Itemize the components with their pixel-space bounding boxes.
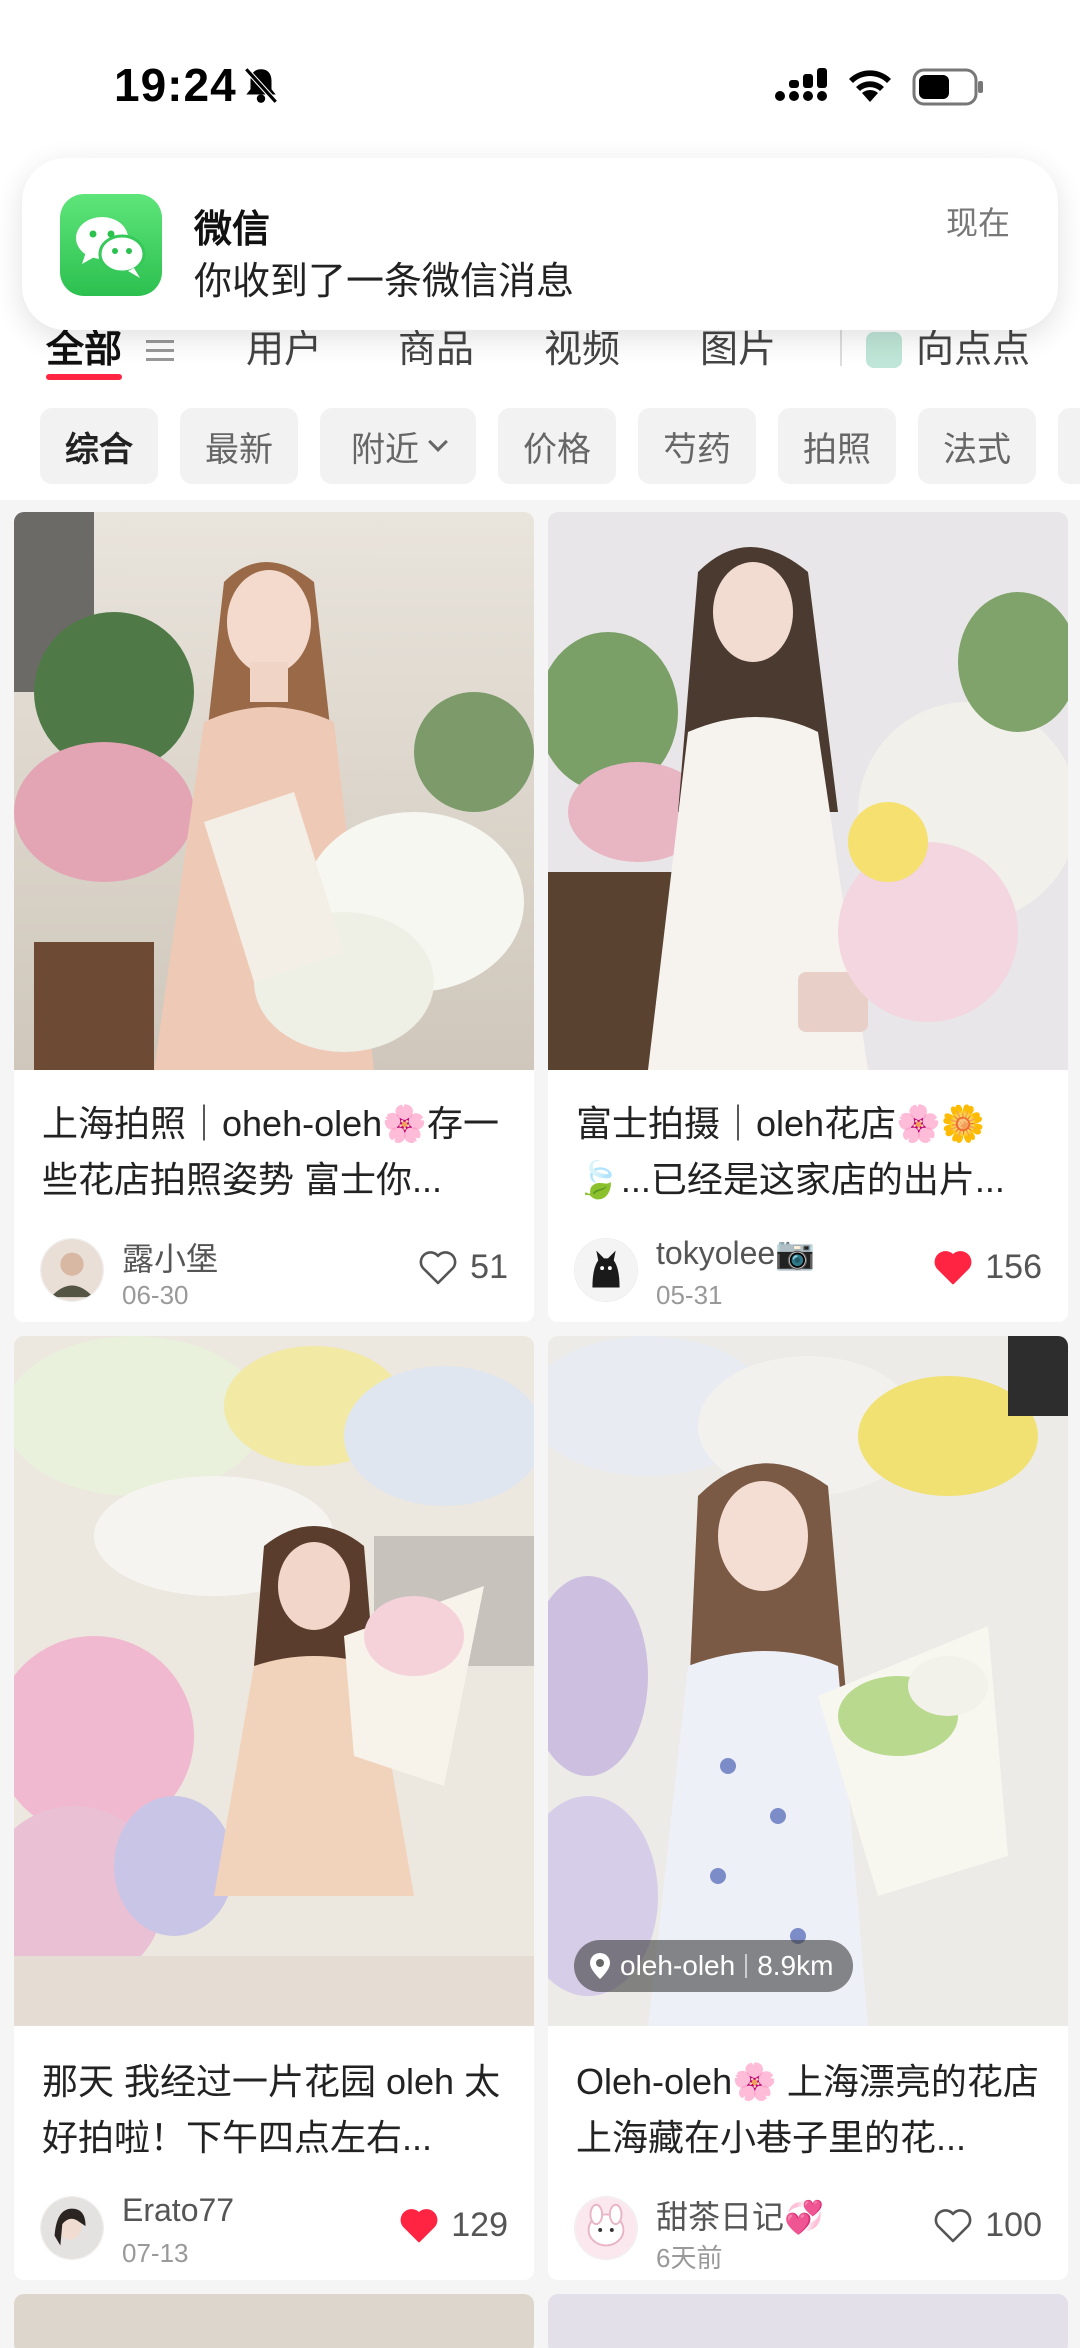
filter-chip-peony[interactable]: 芍药 <box>638 408 756 484</box>
filter-chips: 综合 最新 附近 价格 芍药 拍照 法式 <box>0 408 1080 484</box>
wifi-icon <box>849 70 891 102</box>
filter-chip-photo[interactable]: 拍照 <box>778 408 896 484</box>
location-name: oleh-oleh <box>620 1950 736 1981</box>
battery-icon <box>912 68 983 106</box>
author-name[interactable]: 露小堡 <box>122 1234 218 1280</box>
note-cover-image <box>14 1336 534 2026</box>
note-cover-image <box>14 512 534 1070</box>
notification-app-name: 微信 <box>194 209 271 251</box>
filter-chip-label: 附近 <box>351 430 419 469</box>
like-count: 156 <box>985 1248 1042 1286</box>
like-count: 129 <box>451 2206 508 2244</box>
mute-bell-icon <box>244 67 278 104</box>
status-time: 19:24 <box>114 59 237 111</box>
filter-chip-french[interactable]: 法式 <box>918 408 1036 484</box>
author-avatar[interactable] <box>574 2196 638 2260</box>
note-date: 6天前 <box>656 2243 723 2273</box>
filter-chip-label: 芍药 <box>663 430 731 469</box>
location-distance: 8.9km <box>757 1950 834 1981</box>
cellular-signal-icon <box>775 68 827 101</box>
filter-chip-label: 综合 <box>65 430 133 469</box>
note-date: 05-31 <box>656 1280 723 1310</box>
filter-chip-label: 拍照 <box>803 430 871 469</box>
author-name[interactable]: Erato77 <box>122 2192 234 2229</box>
note-title: 那天 我经过一片花园 oleh 太好拍啦！下午四点左右... <box>42 2061 501 2158</box>
heart-filled-icon <box>934 1250 972 1284</box>
location-divider <box>745 1954 748 1978</box>
tab-menu-icon[interactable] <box>146 340 174 343</box>
like-button[interactable]: 100 <box>933 2206 1042 2245</box>
author-name[interactable]: 甜茶日记💞 <box>656 2192 824 2238</box>
active-tab-indicator <box>46 374 122 380</box>
note-title: 上海拍照｜oheh-oleh🌸存一些花店拍照姿势 富士你... <box>42 1103 499 1200</box>
note-cover-image <box>548 1336 1068 2026</box>
heart-outline-icon <box>419 1250 457 1284</box>
notification-time: 现在 <box>945 205 1010 241</box>
filter-chip-more[interactable] <box>1058 408 1080 484</box>
note-title: Oleh-oleh🌸 上海漂亮的花店 上海藏在小巷子里的花... <box>576 2061 1039 2158</box>
tab-divider <box>840 330 842 366</box>
author-avatar[interactable] <box>40 1238 104 1302</box>
note-date: 06-30 <box>122 1280 189 1310</box>
wechat-notification[interactable]: 微信 你收到了一条微信消息 现在 <box>22 158 1058 330</box>
like-count: 51 <box>470 1248 508 1286</box>
author-avatar[interactable] <box>40 2196 104 2260</box>
like-count: 100 <box>985 2206 1042 2244</box>
like-button[interactable]: 51 <box>418 1248 508 1287</box>
like-button[interactable]: 129 <box>399 2206 508 2245</box>
filter-chip-comprehensive[interactable]: 综合 <box>40 408 158 484</box>
chevron-down-icon <box>428 432 448 452</box>
note-card[interactable]: 上海拍照｜oheh-oleh🌸存一些花店拍照姿势 富士你... 露小堡 06-3… <box>14 512 534 1322</box>
filter-chip-latest[interactable]: 最新 <box>180 408 298 484</box>
note-card[interactable]: 那天 我经过一片花园 oleh 太好拍啦！下午四点左右... Erato77 0… <box>14 1336 534 2280</box>
location-pin-icon <box>590 1953 610 1979</box>
filter-chip-label: 法式 <box>943 430 1011 469</box>
note-card[interactable]: oleh-oleh 8.9km Oleh-oleh🌸 上海漂亮的花店 上海藏在小… <box>548 1336 1068 2280</box>
shop-icon <box>866 332 902 368</box>
note-date: 07-13 <box>122 2238 189 2268</box>
location-tag[interactable]: oleh-oleh 8.9km <box>574 1940 854 1992</box>
author-avatar[interactable] <box>574 1238 638 1302</box>
filter-chip-label: 价格 <box>523 430 591 469</box>
status-bar: 19:24 <box>0 0 1080 150</box>
wechat-icon <box>60 194 162 296</box>
like-button[interactable]: 156 <box>933 1248 1042 1287</box>
heart-filled-icon <box>400 2208 438 2242</box>
note-cover-image <box>548 512 1068 1070</box>
note-card[interactable] <box>14 2294 534 2348</box>
heart-outline-icon <box>934 2208 972 2242</box>
notification-message: 你收到了一条微信消息 <box>194 261 575 303</box>
author-name[interactable]: tokyolee📷 <box>656 1234 815 1272</box>
note-card[interactable]: 富士拍摄｜oleh花店🌸🌼🍃...已经是这家店的出片... tokyolee📷 … <box>548 512 1068 1322</box>
filter-chip-price[interactable]: 价格 <box>498 408 616 484</box>
filter-chip-label: 最新 <box>205 430 273 469</box>
note-card[interactable] <box>548 2294 1068 2348</box>
filter-chip-nearby[interactable]: 附近 <box>320 408 476 484</box>
note-title: 富士拍摄｜oleh花店🌸🌼🍃...已经是这家店的出片... <box>576 1103 1005 1200</box>
